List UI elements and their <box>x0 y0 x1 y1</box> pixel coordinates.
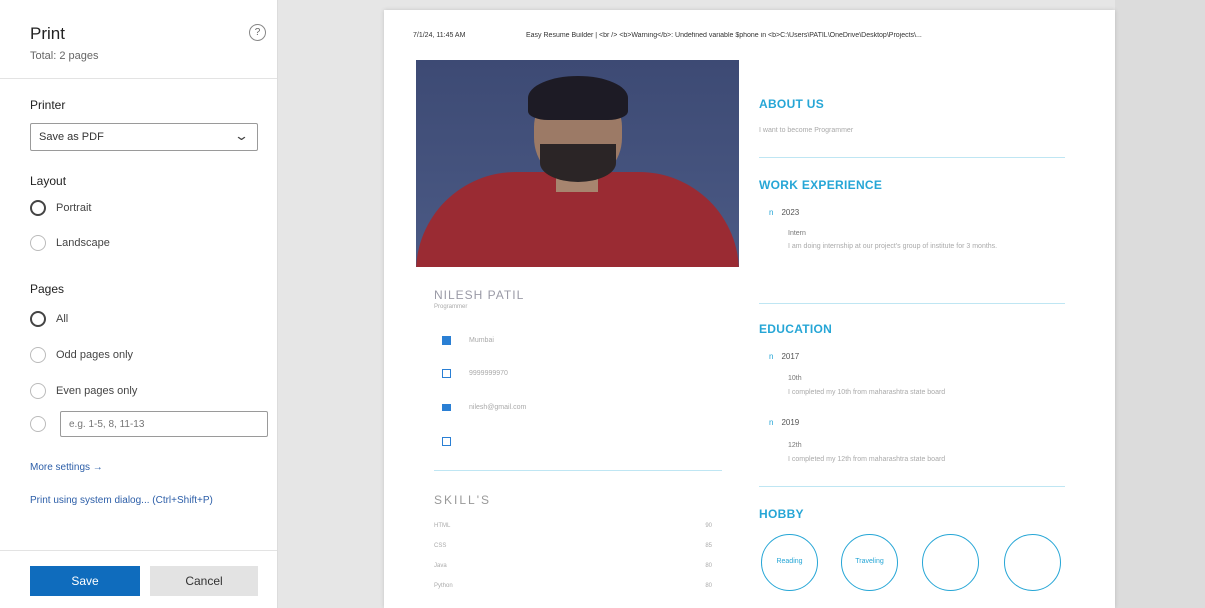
photo-hair <box>528 76 628 120</box>
work-heading: WORK EXPERIENCE <box>759 178 883 192</box>
cancel-button[interactable]: Cancel <box>150 566 258 596</box>
skill-row: Java 80 <box>434 563 712 569</box>
radio-icon[interactable] <box>30 235 46 251</box>
work-year: n 2023 <box>769 208 799 217</box>
radio-icon[interactable] <box>30 347 46 363</box>
more-settings-link[interactable]: More settings → <box>30 462 103 473</box>
phone-icon <box>442 368 451 378</box>
photo-beard <box>540 144 616 182</box>
printer-select-value: Save as PDF <box>39 131 104 143</box>
work-year-text: 2023 <box>781 208 800 217</box>
education-year: n 2017 <box>769 352 799 361</box>
education-title: 12th <box>788 442 802 449</box>
education-description: I completed my 10th from maharashtra sta… <box>788 389 946 396</box>
skill-value: 80 <box>705 563 712 569</box>
contact-email: nilesh@gmail.com <box>442 401 526 413</box>
skill-name: Python <box>434 583 453 589</box>
skill-name: HTML <box>434 523 451 529</box>
email-icon <box>442 403 451 411</box>
work-description: I am doing internship at our project's g… <box>788 243 998 250</box>
layout-label: Layout <box>30 174 67 188</box>
pages-odd-label: Odd pages only <box>56 349 134 361</box>
divider <box>759 157 1065 158</box>
skill-value: 85 <box>705 543 712 549</box>
pages-even-label: Even pages only <box>56 385 138 397</box>
skill-row: HTML 90 <box>434 523 712 529</box>
about-heading: ABOUT US <box>759 97 825 111</box>
radio-icon[interactable] <box>30 383 46 399</box>
divider <box>0 78 277 79</box>
skill-value: 80 <box>705 583 712 589</box>
work-title: Intern <box>788 230 806 237</box>
save-button[interactable]: Save <box>30 566 140 596</box>
skill-name: CSS <box>434 543 447 549</box>
skill-name: Java <box>434 563 447 569</box>
hobby-circle <box>922 534 979 591</box>
contact-location-text: Mumbai <box>469 336 494 344</box>
printer-label: Printer <box>30 98 66 112</box>
preview-gutter <box>1115 0 1205 608</box>
bullet-icon: n <box>769 352 774 361</box>
radio-selected-icon[interactable] <box>30 200 46 216</box>
link-icon <box>442 436 451 446</box>
pages-label: Pages <box>30 282 65 296</box>
layout-portrait-label: Portrait <box>56 202 92 214</box>
page-header-title: Easy Resume Builder | <br /> <b>Warning<… <box>526 32 922 39</box>
profile-photo <box>416 60 739 267</box>
layout-landscape-option[interactable]: Landscape <box>30 233 110 253</box>
hobby-circle: Traveling <box>841 534 898 591</box>
pages-all-label: All <box>56 313 69 325</box>
total-pages-label: Total: 2 pages <box>30 50 99 62</box>
printer-select[interactable]: Save as PDF ⌄ <box>30 123 258 151</box>
contact-extra <box>442 435 469 447</box>
contact-phone: 9999999970 <box>442 367 508 379</box>
layout-landscape-label: Landscape <box>56 237 110 249</box>
divider <box>759 486 1065 487</box>
pages-custom-option[interactable] <box>30 411 268 437</box>
location-icon <box>442 335 451 345</box>
layout-portrait-option[interactable]: Portrait <box>30 198 91 218</box>
help-icon[interactable]: ? <box>249 24 266 41</box>
hobby-circle <box>1004 534 1061 591</box>
pages-custom-input[interactable] <box>60 411 268 437</box>
education-description: I completed my 12th from maharashtra sta… <box>788 456 946 463</box>
education-title: 10th <box>788 375 802 382</box>
resume-role: Programmer <box>434 304 468 310</box>
pages-odd-option[interactable]: Odd pages only <box>30 345 133 365</box>
chevron-down-icon: ⌄ <box>233 128 250 143</box>
skills-heading: SKILL'S <box>434 493 491 507</box>
print-preview-page[interactable]: 7/1/24, 11:45 AM Easy Resume Builder | <… <box>384 10 1115 608</box>
divider <box>434 470 722 471</box>
contact-location: Mumbai <box>442 334 494 346</box>
pages-even-option[interactable]: Even pages only <box>30 381 137 401</box>
divider <box>0 550 277 551</box>
radio-selected-icon[interactable] <box>30 311 46 327</box>
page-header-date: 7/1/24, 11:45 AM <box>413 32 466 39</box>
hobby-heading: HOBBY <box>759 507 804 521</box>
skill-row: CSS 85 <box>434 543 712 549</box>
resume-name: NILESH PATIL <box>434 288 525 302</box>
education-year-text: 2017 <box>781 352 800 361</box>
about-text: I want to become Programmer <box>759 127 854 134</box>
bullet-icon: n <box>769 208 774 217</box>
system-dialog-link[interactable]: Print using system dialog... (Ctrl+Shift… <box>30 495 213 506</box>
radio-icon[interactable] <box>30 416 46 432</box>
divider <box>759 303 1065 304</box>
education-year: n 2019 <box>769 418 799 427</box>
print-title: Print <box>30 24 65 43</box>
print-settings-panel: Print Total: 2 pages ? Printer Save as P… <box>0 0 278 608</box>
contact-email-text: nilesh@gmail.com <box>469 403 527 411</box>
hobby-circle: Reading <box>761 534 818 591</box>
contact-phone-text: 9999999970 <box>469 369 508 377</box>
bullet-icon: n <box>769 418 774 427</box>
education-heading: EDUCATION <box>759 322 833 336</box>
skill-row: Python 80 <box>434 583 712 589</box>
pages-all-option[interactable]: All <box>30 309 68 329</box>
education-year-text: 2019 <box>781 418 800 427</box>
skill-value: 90 <box>705 523 712 529</box>
